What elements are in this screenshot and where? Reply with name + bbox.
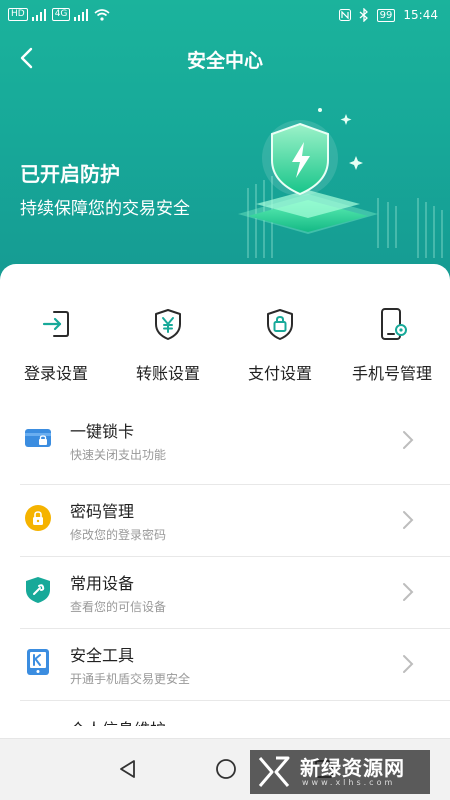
list-item-password[interactable]: 密码管理 修改您的登录密码 <box>0 484 450 556</box>
watermark-logo: 新绿资源网 www.xlhs.com <box>250 750 430 794</box>
card-lock-icon <box>25 429 51 447</box>
password-subtitle: 修改您的登录密码 <box>70 528 167 542</box>
list-item-personal-info-partial[interactable]: 个人信息维护 <box>70 716 166 726</box>
devices-title: 常用设备 <box>70 574 135 593</box>
security-shield-illustration <box>238 108 443 258</box>
chevron-right-icon <box>403 511 414 529</box>
nav-bar: 安全中心 <box>0 36 450 80</box>
status-bar: HD 4G 99 15:44 <box>0 0 450 32</box>
watermark-url: www.xlhs.com <box>302 777 396 787</box>
payment-shield-icon <box>267 309 293 340</box>
chevron-right-icon <box>403 583 414 601</box>
security-tools-title: 安全工具 <box>70 646 135 665</box>
quick-actions: 登录设置 转账设置 支付设置 手机号管理 <box>0 284 450 394</box>
device-shield-icon <box>26 577 50 603</box>
chevron-right-icon <box>403 431 414 449</box>
divider <box>20 700 450 701</box>
protection-status-subtitle: 持续保障您的交易安全 <box>20 199 190 219</box>
nav-back-icon[interactable] <box>116 757 140 781</box>
hd-badge: HD <box>8 8 28 21</box>
bluetooth-icon <box>359 8 368 22</box>
battery-level: 99 <box>376 8 396 22</box>
nfc-icon <box>338 9 351 21</box>
lock-card-subtitle: 快速关闭支出功能 <box>70 448 167 462</box>
signal-icon-2 <box>74 8 89 21</box>
lock-card-title: 一键锁卡 <box>70 422 135 441</box>
nav-home-icon[interactable] <box>214 757 238 781</box>
login-icon <box>42 311 69 337</box>
list-item-lock-card[interactable]: 一键锁卡 快速关闭支出功能 <box>0 404 450 476</box>
clock: 15:44 <box>403 8 438 22</box>
quick-transfer-label: 转账设置 <box>135 364 200 383</box>
quick-login-settings[interactable]: 登录设置 <box>0 284 112 394</box>
content-card: 登录设置 转账设置 支付设置 手机号管理 一键锁卡 快速关闭支出功能 密码管理 … <box>0 264 450 800</box>
security-tool-icon <box>27 649 49 675</box>
list-item-security-tools[interactable]: 安全工具 开通手机盾交易更安全 <box>0 628 450 700</box>
password-lock-icon <box>25 505 51 531</box>
page-title: 安全中心 <box>186 50 263 72</box>
protection-status-title: 已开启防护 <box>20 162 120 186</box>
network-badge: 4G <box>51 8 71 21</box>
watermark-text: 新绿资源网 <box>300 755 405 780</box>
quick-transfer-settings[interactable]: 转账设置 <box>112 284 224 394</box>
watermark-icon <box>258 756 290 787</box>
quick-login-label: 登录设置 <box>23 364 88 383</box>
quick-phone-label: 手机号管理 <box>351 364 432 383</box>
quick-payment-label: 支付设置 <box>247 364 312 383</box>
quick-payment-settings[interactable]: 支付设置 <box>224 284 336 394</box>
password-title: 密码管理 <box>70 502 135 521</box>
chevron-right-icon <box>403 655 414 673</box>
transfer-shield-icon <box>155 309 181 340</box>
signal-icon <box>31 8 46 21</box>
status-right: 99 15:44 <box>338 8 438 22</box>
watermark-text-block: 新绿资源网 www.xlhs.com <box>294 758 405 787</box>
quick-phone-management[interactable]: 手机号管理 <box>336 284 448 394</box>
header-banner: HD 4G 99 15:44 安全中心 已开启防护 持续保障您的交易安全 <box>0 0 450 290</box>
devices-subtitle: 查看您的可信设备 <box>70 600 167 614</box>
list-item-devices[interactable]: 常用设备 查看您的可信设备 <box>0 556 450 628</box>
phone-settings-icon <box>381 308 407 340</box>
status-left: HD 4G <box>8 8 110 21</box>
wifi-icon <box>94 8 110 21</box>
security-tools-subtitle: 开通手机盾交易更安全 <box>70 672 191 686</box>
